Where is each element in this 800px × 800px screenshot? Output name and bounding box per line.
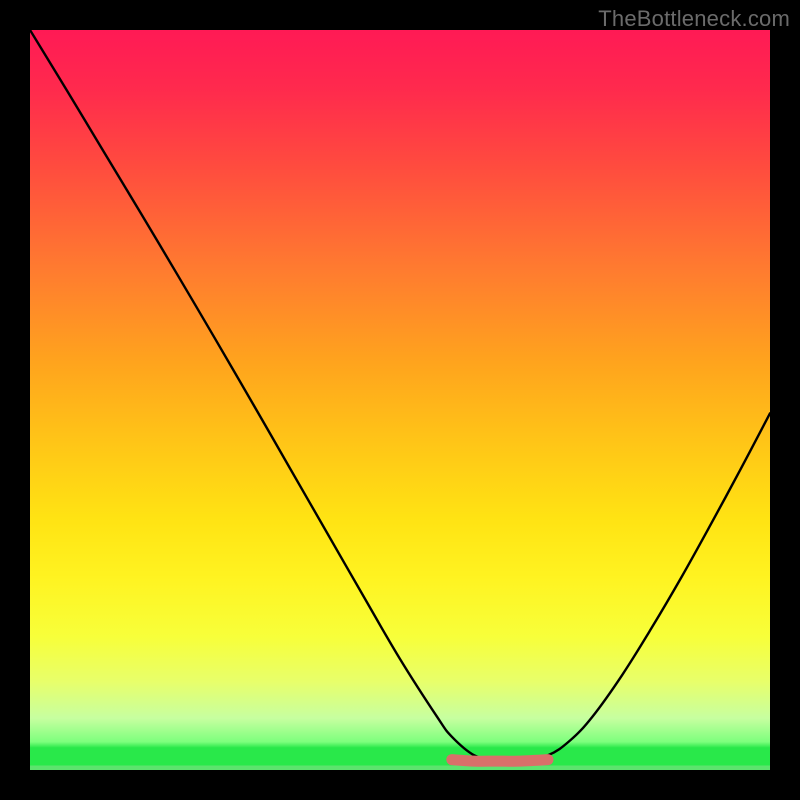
plot-area [30,30,770,770]
curve-layer [30,30,770,770]
chart-frame: TheBottleneck.com [0,0,800,800]
watermark-text: TheBottleneck.com [598,6,790,32]
bottleneck-curve [30,30,770,762]
flat-bottom-highlight [452,760,548,762]
